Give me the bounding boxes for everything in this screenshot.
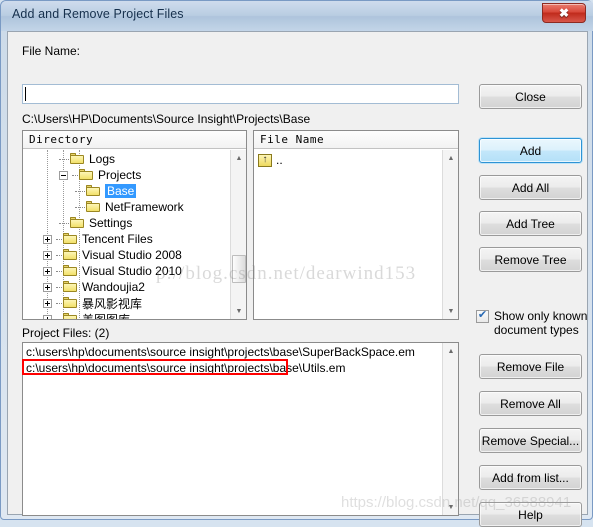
directory-tree[interactable]: Logs Projects Base NetFramework Settings Tenc… bbox=[23, 150, 229, 319]
filename-list-panel: File Name .. ▲ ▼ bbox=[253, 130, 459, 320]
tree-item[interactable]: Settings bbox=[59, 215, 132, 231]
scroll-up-icon[interactable]: ▲ bbox=[231, 150, 246, 166]
tree-expand-icon[interactable] bbox=[43, 298, 52, 308]
folder-icon bbox=[63, 297, 78, 309]
tree-connector-icon bbox=[56, 286, 62, 288]
add-from-list-button[interactable]: Add from list... bbox=[479, 465, 582, 490]
tree-collapse-icon[interactable] bbox=[59, 170, 68, 180]
tree-item-label: 美图图库 bbox=[82, 311, 130, 320]
tree-connector-icon bbox=[56, 254, 62, 256]
tree-item[interactable]: NetFramework bbox=[75, 199, 184, 215]
tree-item[interactable]: 美图图库 bbox=[43, 311, 130, 319]
tree-connector-icon bbox=[59, 222, 69, 224]
remove-special-button[interactable]: Remove Special... bbox=[479, 428, 582, 453]
current-path-label: C:\Users\HP\Documents\Source Insight\Pro… bbox=[22, 112, 311, 126]
scroll-down-icon[interactable]: ▼ bbox=[231, 303, 246, 319]
scroll-thumb[interactable] bbox=[232, 255, 246, 283]
project-files-scrollbar[interactable]: ▲ ▼ bbox=[442, 343, 458, 515]
add-button[interactable]: Add bbox=[479, 138, 582, 163]
project-files-label: Project Files: (2) bbox=[22, 326, 110, 340]
tree-item-label: Tencent Files bbox=[82, 232, 153, 246]
tree-item[interactable]: Visual Studio 2010 bbox=[43, 263, 182, 279]
filename-label: File Name: bbox=[22, 44, 81, 58]
tree-item-label: Projects bbox=[98, 168, 142, 182]
file-list-item-label: .. bbox=[276, 153, 283, 167]
tree-item[interactable]: 暴风影视库 bbox=[43, 295, 142, 311]
tree-item[interactable]: Base bbox=[75, 183, 137, 199]
tree-item[interactable]: Tencent Files bbox=[43, 231, 153, 247]
add-all-button[interactable]: Add All bbox=[479, 175, 582, 200]
filename-panel-header: File Name bbox=[254, 131, 458, 149]
project-file-row[interactable]: c:\users\hp\documents\source insight\pro… bbox=[26, 344, 415, 359]
window-title: Add and Remove Project Files bbox=[12, 7, 184, 21]
tree-item-label: Settings bbox=[89, 216, 133, 230]
tree-item[interactable]: Wandoujia2 bbox=[43, 279, 145, 295]
remove-tree-button[interactable]: Remove Tree bbox=[479, 247, 582, 272]
scroll-up-icon[interactable]: ▲ bbox=[443, 343, 458, 359]
folder-icon bbox=[63, 281, 78, 293]
filename-input[interactable] bbox=[22, 84, 459, 104]
tree-connector-icon bbox=[56, 302, 62, 304]
checkbox-checked-icon bbox=[476, 308, 489, 323]
project-file-row[interactable]: c:\users\hp\documents\source insight\pro… bbox=[26, 360, 345, 375]
folder-icon bbox=[63, 233, 78, 245]
folder-icon bbox=[70, 153, 85, 165]
directory-scrollbar[interactable]: ▲ ▼ bbox=[230, 150, 246, 319]
folder-icon bbox=[63, 313, 78, 319]
tree-item-label: Logs bbox=[89, 152, 116, 166]
tree-item-label: 暴风影视库 bbox=[82, 296, 143, 311]
add-tree-button[interactable]: Add Tree bbox=[479, 211, 582, 236]
folder-icon bbox=[70, 217, 85, 229]
project-files-list[interactable]: c:\users\hp\documents\source insight\pro… bbox=[23, 343, 441, 515]
folder-icon bbox=[79, 169, 94, 181]
scroll-up-icon[interactable]: ▲ bbox=[443, 150, 458, 166]
tree-connector-icon bbox=[56, 270, 62, 272]
tree-connector-icon bbox=[56, 238, 62, 240]
tree-expand-icon[interactable] bbox=[43, 282, 52, 292]
help-button[interactable]: Help bbox=[479, 502, 582, 527]
scroll-down-icon[interactable]: ▼ bbox=[443, 499, 458, 515]
folder-icon bbox=[63, 249, 78, 261]
show-only-known-checkbox[interactable]: Show only known document types bbox=[476, 308, 592, 337]
remove-all-button[interactable]: Remove All bbox=[479, 391, 582, 416]
folder-icon bbox=[63, 265, 78, 277]
tree-connector-icon bbox=[72, 174, 78, 176]
tree-item-label: Wandoujia2 bbox=[82, 280, 145, 294]
directory-panel: Directory Logs Projects Base NetFramework Se… bbox=[22, 130, 247, 320]
title-bar: Add and Remove Project Files ✖ bbox=[1, 1, 593, 31]
show-only-known-label: Show only known document types bbox=[494, 309, 588, 337]
dialog-client-area: File Name: C:\Users\HP\Documents\Source … bbox=[7, 31, 588, 527]
tree-expand-icon[interactable] bbox=[43, 266, 52, 276]
project-files-panel: c:\users\hp\documents\source insight\pro… bbox=[22, 342, 459, 516]
filename-list[interactable]: .. bbox=[254, 150, 441, 319]
tree-item[interactable]: Visual Studio 2008 bbox=[43, 247, 182, 263]
folder-up-icon bbox=[258, 153, 272, 167]
scroll-down-icon[interactable]: ▼ bbox=[443, 303, 458, 319]
directory-panel-header: Directory bbox=[23, 131, 246, 149]
tree-expand-icon[interactable] bbox=[43, 234, 52, 244]
tree-item-label: Base bbox=[105, 184, 137, 198]
tree-connector-icon bbox=[75, 206, 85, 208]
close-button[interactable]: Close bbox=[479, 84, 582, 109]
tree-item-label: NetFramework bbox=[105, 200, 184, 214]
tree-expand-icon[interactable] bbox=[43, 314, 52, 319]
remove-file-button[interactable]: Remove File bbox=[479, 354, 582, 379]
tree-item-label: Visual Studio 2008 bbox=[82, 248, 182, 262]
close-window-button[interactable]: ✖ bbox=[542, 3, 586, 23]
tree-connector-icon bbox=[75, 190, 85, 192]
tree-connector-icon bbox=[59, 158, 69, 160]
close-icon: ✖ bbox=[558, 6, 570, 20]
tree-item[interactable]: Projects bbox=[59, 167, 141, 183]
folder-icon bbox=[86, 201, 101, 213]
text-caret bbox=[25, 87, 26, 101]
tree-item-label: Visual Studio 2010 bbox=[82, 264, 182, 278]
folder-icon bbox=[86, 185, 101, 197]
file-list-item[interactable]: .. bbox=[258, 152, 283, 168]
tree-expand-icon[interactable] bbox=[43, 250, 52, 260]
tree-item[interactable]: Logs bbox=[59, 151, 115, 167]
filename-scrollbar[interactable]: ▲ ▼ bbox=[442, 150, 458, 319]
tree-connector-icon bbox=[56, 318, 62, 319]
dialog-window: Add and Remove Project Files ✖ File Name… bbox=[0, 0, 593, 527]
